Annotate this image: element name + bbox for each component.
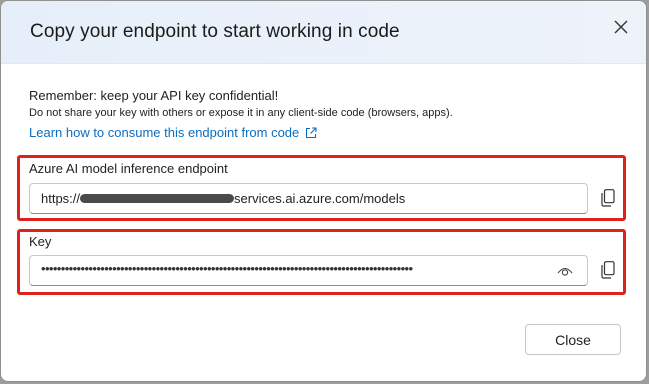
dialog-close-button[interactable] [608, 14, 634, 40]
remember-notice: Remember: keep your API key confidential… [29, 88, 279, 103]
eye-icon [557, 267, 573, 276]
dialog-title: Copy your endpoint to start working in c… [30, 21, 400, 42]
close-icon [614, 20, 628, 34]
endpoint-field[interactable]: https:// services.ai.azure.com/models [29, 183, 588, 214]
external-link-icon [306, 126, 317, 138]
key-warning: Do not share your key with others or exp… [29, 107, 453, 119]
copy-icon [601, 189, 615, 207]
endpoint-prefix: https:// [41, 191, 81, 206]
copy-icon [601, 261, 615, 279]
endpoint-label: Azure AI model inference endpoint [29, 161, 228, 176]
redacted-region [80, 194, 235, 204]
key-field[interactable]: ••••••••••••••••••••••••••••••••••••••••… [29, 255, 588, 286]
copy-endpoint-button[interactable] [598, 187, 618, 209]
dialog-header: Copy your endpoint to start working in c… [1, 1, 646, 64]
endpoint-suffix: services.ai.azure.com/models [234, 191, 406, 206]
close-button[interactable]: Close [525, 324, 621, 355]
reveal-key-button[interactable] [555, 262, 575, 280]
learn-link-label: Learn how to consume this endpoint from … [29, 125, 300, 140]
copy-key-button[interactable] [598, 259, 618, 281]
key-masked-value: ••••••••••••••••••••••••••••••••••••••••… [41, 261, 413, 276]
copy-endpoint-dialog: Copy your endpoint to start working in c… [0, 0, 647, 382]
endpoint-value: https:// services.ai.azure.com/models [41, 191, 405, 206]
key-label: Key [29, 234, 52, 249]
learn-link[interactable]: Learn how to consume this endpoint from … [29, 125, 317, 140]
